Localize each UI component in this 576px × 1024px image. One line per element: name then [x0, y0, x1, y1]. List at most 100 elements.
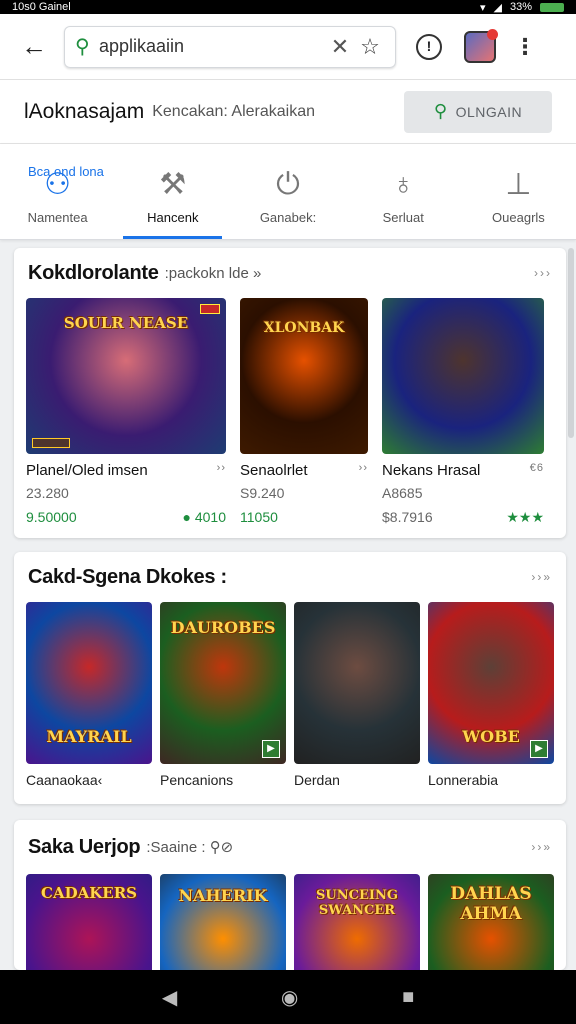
app-thumbnail: SOULR NEASE: [26, 298, 226, 454]
app-name: Caanaokaa‹: [26, 772, 103, 788]
app-thumbnail: [382, 298, 544, 454]
tab-caption: Bca ond lona: [28, 164, 104, 179]
app-card[interactable]: NAHERIK: [160, 874, 286, 970]
thumbnail-label: [32, 438, 70, 448]
app-card[interactable]: SOULR NEASE Planel/Oled imsen ›› 23.280 9…: [26, 298, 226, 526]
tab-hancenk[interactable]: ⚒ Hancenk: [115, 144, 230, 239]
app-card[interactable]: Nekans Hrasal €6 A8685 $8.7916 ★★★: [382, 298, 544, 526]
tab-label: Namentea: [27, 210, 88, 225]
star-icon[interactable]: ☆: [355, 34, 385, 60]
app-card[interactable]: SUNCEING SWANCER: [294, 874, 420, 970]
card-row: MAYRAIL Caanaokaa‹ DAUROBES ▶ Pencanions …: [14, 602, 566, 788]
app-thumbnail: DAHLAS AHMA: [428, 874, 554, 970]
section-top-games: Cakd-Sgena Dkokes : ››» MAYRAIL Caanaoka…: [14, 552, 566, 804]
section-title: Saka Uerjop: [28, 835, 141, 858]
more-icon[interactable]: ››: [217, 462, 226, 479]
app-download-count: 4010: [194, 509, 226, 525]
battery-percent: 33%: [509, 1, 532, 13]
category-tabs: Bca ond lona ⚇ Namentea ⚒ Hancenk ⏻ Gana…: [0, 144, 576, 240]
battery-icon: [540, 2, 564, 12]
thumbnail-title: DAHLAS AHMA: [450, 884, 532, 924]
section-title: Cakd-Sgena Dkokes :: [28, 565, 227, 588]
app-thumbnail: [294, 602, 420, 764]
section-featured: Kokdlorolante :packokn lde » ››› SOULR N…: [14, 248, 566, 538]
play-badge-icon: ▶: [530, 740, 548, 758]
app-downloads: ● 4010: [182, 509, 226, 525]
back-arrow-icon[interactable]: ←: [12, 25, 56, 69]
thumbnail-title: DAUROBES: [170, 618, 276, 637]
app-thumbnail: CADAKERS: [26, 874, 152, 970]
app-card[interactable]: XLONBAK Senaolrlet ›› S9.240 11050: [240, 298, 368, 526]
app-card[interactable]: DAHLAS AHMA: [428, 874, 554, 970]
search-icon: ⚲: [75, 36, 90, 58]
thumbnail-title: SOULR NEASE: [63, 314, 189, 332]
app-card[interactable]: MAYRAIL Caanaokaa‹: [26, 602, 152, 788]
wifi-icon: ▾: [479, 1, 486, 14]
page-title: lAoknasajam: [24, 99, 145, 123]
app-card[interactable]: Derdan: [294, 602, 420, 788]
section-subtitle: :packokn lde »: [164, 264, 262, 282]
app-thumbnail: XLONBAK: [240, 298, 368, 454]
app-thumbnail: SUNCEING SWANCER: [294, 874, 420, 970]
more-icon[interactable]: ››: [359, 462, 368, 479]
section-title: Kokdlorolante: [28, 261, 159, 284]
card-row: SOULR NEASE Planel/Oled imsen ›› 23.280 9…: [14, 298, 566, 526]
account-avatar[interactable]: [464, 28, 498, 63]
search-box[interactable]: ⚲ applikaaiin ✕ ☆: [64, 25, 396, 68]
section-more-arrows[interactable]: ›››: [534, 266, 552, 280]
notification-dot: [487, 28, 498, 40]
status-icons: ▾ ◢ 33%: [480, 1, 564, 14]
app-name: Derdan: [294, 772, 340, 788]
app-name: Nekans Hrasal: [382, 462, 481, 479]
section-header: Kokdlorolante :packokn lde » ›››: [14, 248, 566, 298]
section-subtitle: :Saaine : ⚲⊘: [146, 839, 234, 856]
app-card[interactable]: WOBE ▶ Lonnerabia: [428, 602, 554, 788]
app-thumbnail: WOBE ▶: [428, 602, 554, 764]
search-icon: ⚲: [433, 101, 448, 121]
joystick-icon: ♁: [391, 168, 415, 201]
tab-label: Serluat: [382, 210, 424, 225]
app-bar: ← ⚲ applikaaiin ✕ ☆ ! ⋮: [0, 14, 576, 80]
section-header: Saka Uerjop :Saaine : ⚲⊘ ››»: [14, 820, 566, 874]
tab-label: Oueagrls: [492, 210, 545, 225]
active-tab-indicator: [123, 236, 223, 239]
app-rating: 11050: [240, 509, 278, 525]
more-options-icon[interactable]: ⋮: [514, 34, 536, 60]
status-time: 10s0 Gainel: [12, 1, 71, 13]
nav-back-icon[interactable]: ◀: [162, 985, 177, 1010]
search-input[interactable]: applikaaiin: [99, 36, 325, 57]
app-price: S9.240: [240, 485, 285, 501]
section-more-arrows[interactable]: ››»: [531, 840, 552, 854]
more-icon[interactable]: €6: [530, 462, 544, 479]
thumbnail-badge: [200, 304, 220, 314]
app-rating: 9.50000: [26, 509, 77, 525]
tab-serluat[interactable]: ♁ Serluat: [346, 144, 461, 239]
thumbnail-title: NAHERIK: [178, 886, 268, 905]
thumbnail-title: MAYRAIL: [46, 727, 132, 746]
tab-namentea[interactable]: Bca ond lona ⚇ Namentea: [0, 144, 115, 239]
tab-oueagrls[interactable]: ⊥ Oueagrls: [461, 144, 576, 239]
tab-ganabek[interactable]: ⏻ Ganabek:: [230, 144, 345, 239]
scrollbar[interactable]: [568, 248, 574, 438]
sub-header: lAoknasajam Kencakan: Alerakaikan ⚲ OLNG…: [0, 80, 576, 144]
app-name: Pencanions: [160, 772, 234, 788]
status-bar: 10s0 Gainel ▾ ◢ 33%: [0, 0, 576, 14]
tab-label: Hancenk: [147, 210, 199, 225]
thumbnail-title: CADAKERS: [41, 884, 137, 902]
app-name: Lonnerabia: [428, 772, 499, 788]
signal-icon: ◢: [493, 1, 502, 14]
section-more-games: Saka Uerjop :Saaine : ⚲⊘ ››» CADAKERS NA…: [14, 820, 566, 970]
search-action-label: OLNGAIN: [455, 103, 523, 120]
wrench-icon: ⚒: [159, 168, 187, 201]
nav-home-icon[interactable]: ◉: [281, 985, 298, 1010]
app-card[interactable]: CADAKERS: [26, 874, 152, 970]
app-card[interactable]: DAUROBES ▶ Pencanions: [160, 602, 286, 788]
nav-recents-icon[interactable]: ■: [402, 986, 414, 1009]
search-action-button[interactable]: ⚲ OLNGAIN: [404, 90, 552, 133]
clear-icon[interactable]: ✕: [325, 34, 355, 60]
app-thumbnail: DAUROBES ▶: [160, 602, 286, 764]
info-icon[interactable]: !: [416, 33, 442, 60]
app-price: A8685: [382, 485, 423, 501]
star-rating: ★★★: [506, 509, 544, 525]
section-more-arrows[interactable]: ››»: [531, 570, 552, 584]
